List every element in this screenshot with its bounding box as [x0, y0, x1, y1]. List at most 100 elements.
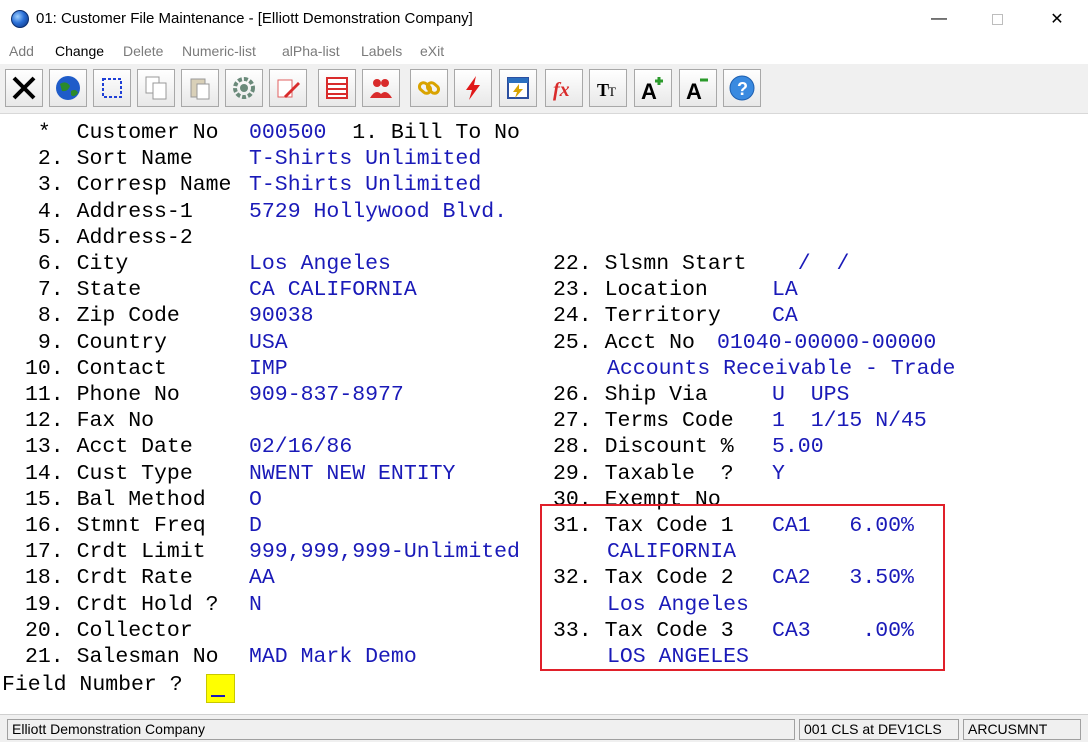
close-x-button[interactable] [5, 69, 43, 107]
toolbar: fx TT A A ? [0, 64, 1088, 114]
menu-change[interactable]: Change [55, 43, 104, 59]
field-value: D [249, 514, 262, 538]
window-title: 01: Customer File Maintenance - [Elliott… [36, 10, 473, 27]
lightning-button[interactable] [454, 69, 492, 107]
field-label: 17. Crdt Limit [25, 540, 206, 565]
svg-text:fx: fx [553, 79, 570, 101]
lightning-icon [466, 76, 480, 100]
font-size-button[interactable]: TT [589, 69, 627, 107]
paste-button[interactable] [181, 69, 219, 107]
field-value: / / [772, 252, 850, 276]
table-button[interactable] [318, 69, 356, 107]
fx-button[interactable]: fx [545, 69, 583, 107]
field-label: 4. Address-1 [25, 199, 193, 224]
field-label: 8. Zip Code [25, 304, 180, 329]
menu-bar: Add Change Delete Numeric-list alPha-lis… [0, 38, 1088, 64]
select-box-button[interactable] [93, 69, 131, 107]
svg-text:A: A [686, 79, 702, 102]
help-icon: ? [729, 75, 755, 101]
edit-pencil-icon [277, 79, 300, 98]
globe-button[interactable] [49, 69, 87, 107]
globe-icon [56, 76, 80, 100]
field-label: 3. Corresp Name [25, 173, 232, 198]
field-value: 01040-00000-00000 [717, 330, 937, 355]
status-program: ARCUSMNT [963, 719, 1081, 740]
svg-text:A: A [641, 79, 657, 102]
settings-gear-icon [233, 77, 255, 99]
font-increase-icon: A [641, 77, 663, 102]
field-value: 909-837-8977 [249, 383, 404, 407]
table-icon [326, 77, 348, 99]
field-value: LA [772, 278, 798, 303]
field-label: 11. Phone No [25, 383, 180, 407]
status-company: Elliott Demonstration Company [7, 719, 795, 740]
field-label: 28. Discount % [553, 435, 734, 460]
field-label: 13. Acct Date [25, 435, 193, 460]
status-session: 001 CLS at DEV1CLS [799, 719, 959, 740]
field-value: MAD Mark Demo [249, 645, 417, 669]
field-label: 12. Fax No [25, 409, 155, 434]
select-box-icon [102, 78, 122, 98]
field-value: AA [249, 566, 275, 591]
app-globe-icon [11, 10, 29, 28]
maximize-button[interactable] [974, 0, 1020, 38]
font-increase-button[interactable]: A [634, 69, 672, 107]
bill-to-no-label: 1. Bill To No [352, 121, 520, 145]
users-button[interactable] [362, 69, 400, 107]
svg-text:?: ? [737, 79, 748, 99]
menu-add[interactable]: Add [9, 43, 34, 59]
font-size-icon: TT [597, 80, 616, 100]
field-value: 1 1/15 N/45 [772, 409, 927, 434]
field-label: 14. Cust Type [25, 461, 193, 486]
status-bar: Elliott Demonstration Company 001 CLS at… [0, 714, 1088, 742]
close-button[interactable]: ✕ [1034, 0, 1080, 38]
copy-button[interactable] [137, 69, 175, 107]
copy-icon [145, 76, 167, 100]
maximize-icon [991, 13, 1003, 25]
menu-alpha-list[interactable]: alPha-list [282, 43, 340, 59]
field-number-prompt: Field Number ? [2, 673, 183, 697]
field-value: CA CALIFORNIA [249, 278, 417, 303]
field-label: 9. Country [25, 330, 167, 355]
field-value: N [249, 592, 262, 617]
field-value: T-Shirts Unlimited [249, 147, 482, 172]
field-value: 90038 [249, 304, 314, 329]
link-button[interactable] [410, 69, 448, 107]
minimize-button[interactable]: — [916, 0, 962, 38]
field-value: CA [772, 304, 798, 329]
field-label: 24. Territory [553, 304, 721, 329]
field-label: 18. Crdt Rate [25, 566, 193, 591]
link-icon [417, 81, 441, 95]
field-value: T-Shirts Unlimited [249, 173, 482, 198]
field-number-input[interactable] [206, 674, 235, 703]
help-button[interactable]: ? [723, 69, 761, 107]
font-decrease-button[interactable]: A [679, 69, 717, 107]
calculator-button[interactable] [499, 69, 537, 107]
field-value: 5729 Hollywood Blvd. [249, 199, 508, 224]
menu-delete[interactable]: Delete [123, 43, 163, 59]
field-label: 23. Location [553, 278, 708, 303]
title-bar: 01: Customer File Maintenance - [Elliott… [0, 0, 1088, 38]
menu-numeric-list[interactable]: Numeric-list [182, 43, 256, 59]
field-value: Los Angeles [249, 252, 391, 276]
edit-button[interactable] [269, 69, 307, 107]
field-label: 2. Sort Name [25, 147, 193, 172]
settings-button[interactable] [225, 69, 263, 107]
field-value: Accounts Receivable - Trade [607, 356, 956, 381]
field-value: 000500 1. Bill To No [249, 120, 520, 146]
menu-exit[interactable]: eXit [420, 43, 444, 59]
menu-labels[interactable]: Labels [361, 43, 402, 59]
calculator-icon [507, 77, 529, 99]
terminal-screen: * Customer No 000500 1. Bill To No 2. Sor… [0, 115, 1088, 713]
field-label: 19. Crdt Hold ? [25, 592, 219, 617]
field-value: IMP [249, 356, 288, 381]
field-value: O [249, 487, 262, 512]
svg-text:T: T [608, 84, 616, 99]
field-label: * Customer No [25, 121, 219, 145]
tax-codes-highlight [540, 504, 945, 671]
field-label: 16. Stmnt Freq [25, 514, 206, 538]
field-label: 5. Address-2 [25, 225, 193, 250]
field-label: 7. State [25, 278, 142, 303]
field-label: 27. Terms Code [553, 409, 734, 434]
users-icon [370, 79, 392, 98]
